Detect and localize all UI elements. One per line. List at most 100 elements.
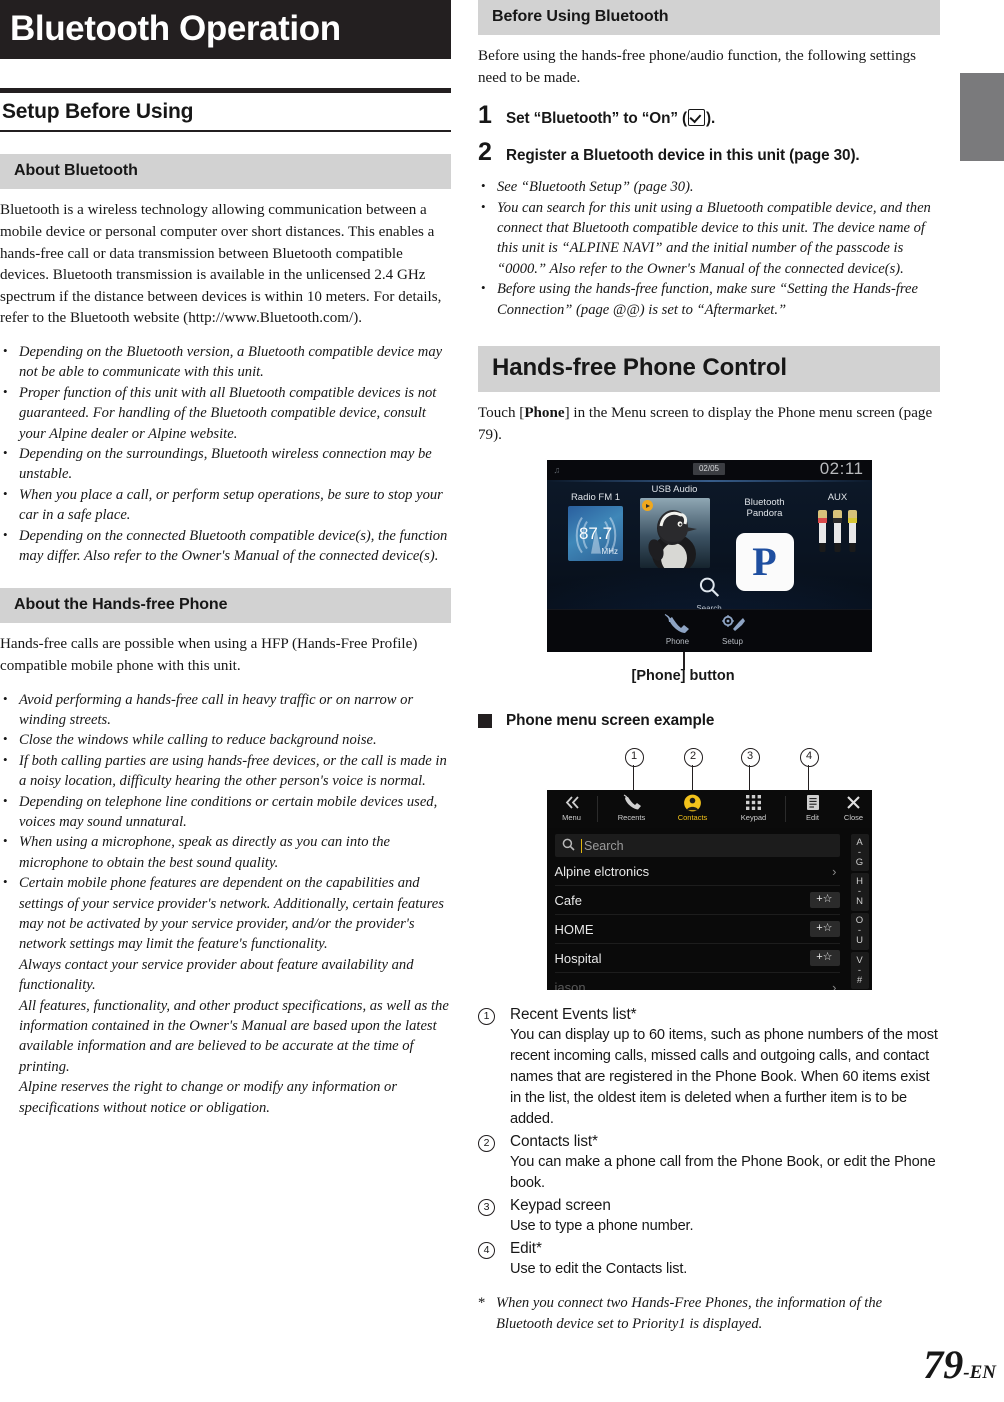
add-favorite-button[interactable]: +☆ — [810, 921, 840, 938]
explanation-number: 2 — [478, 1131, 510, 1194]
callout-line-4 — [807, 765, 810, 791]
note-paragraph: Certain mobile phone features are depend… — [19, 875, 444, 953]
step-number: 1 — [478, 101, 492, 130]
explanation-number: 1 — [478, 1004, 510, 1130]
explanation-title: Contacts list* — [510, 1133, 598, 1151]
list-item: Close the windows while calling to reduc… — [0, 729, 451, 750]
page-number-value: 79 — [923, 1342, 964, 1387]
about-handsfree-notes: Avoid performing a hands-free call in he… — [0, 689, 451, 1119]
list-item: If both calling parties are using hands-… — [0, 750, 451, 792]
toolbar-menu-label: Menu — [562, 813, 581, 823]
callout-line-3 — [748, 765, 751, 791]
about-bluetooth-notes: Depending on the Bluetooth version, a Bl… — [0, 341, 451, 566]
search-input[interactable]: Search — [554, 834, 840, 858]
chevron-right-icon: › — [832, 863, 837, 879]
toolbar-menu-button[interactable]: Menu — [549, 794, 595, 822]
double-chevron-left-icon — [549, 794, 595, 813]
list-item[interactable]: jason › — [554, 973, 840, 991]
setup-button[interactable]: Setup — [710, 614, 756, 646]
usb-album-art-tile[interactable] — [639, 498, 710, 569]
pandora-letter: P — [752, 539, 777, 585]
list-item[interactable]: HOME +☆ — [554, 915, 840, 945]
page-number-suffix: -EN — [963, 1362, 996, 1383]
source-aux[interactable]: AUX — [812, 492, 864, 558]
alphabet-index-bar: A - G H - N O - U V - # — [847, 828, 872, 991]
list-item[interactable]: Alpine elctronics › — [554, 857, 840, 887]
radio-unit: MHz — [601, 547, 618, 557]
subsection-hands-free-phone-control: Hands-free Phone Control — [478, 346, 940, 393]
pandora-logo-tile[interactable]: P — [735, 533, 794, 592]
source-usb-audio[interactable]: USB Audio — [638, 484, 712, 569]
explanation-2: 2 Contacts list* You can make a phone ca… — [478, 1131, 940, 1194]
contact-name: jason — [554, 979, 586, 991]
list-item: Avoid performing a hands-free call in he… — [0, 689, 451, 731]
figure-phone-menu: 1 2 3 4 Menu Recents Contacts Keypad Edi… — [478, 748, 940, 991]
step-text-post: ). — [706, 110, 716, 128]
toolbar-close-button[interactable]: Close — [837, 794, 871, 822]
index-end: # — [856, 974, 863, 986]
rca-connectors-icon — [814, 506, 862, 558]
list-item[interactable]: Cafe +☆ — [554, 886, 840, 916]
source-bluetooth-pandora[interactable]: Bluetooth Pandora P — [723, 486, 807, 602]
explanation-title: Keypad screen — [510, 1197, 611, 1215]
explanation-number: 3 — [478, 1195, 510, 1237]
index-cell-v-hash[interactable]: V - # — [850, 951, 869, 990]
toolbar-separator — [784, 796, 786, 823]
handsfree-control-paragraph: Touch [Phone] in the Menu screen to disp… — [478, 403, 940, 446]
head-unit-bottom-bar: Phone Setup — [546, 609, 872, 653]
add-favorite-button[interactable]: +☆ — [810, 950, 840, 967]
search-icon — [699, 577, 719, 597]
explanation-title: Edit* — [510, 1240, 542, 1258]
list-item: Before using the hands-free function, ma… — [478, 278, 940, 320]
toolbar-close-label: Close — [843, 813, 864, 823]
index-cell-a-g[interactable]: A - G — [850, 834, 869, 872]
toolbar-keypad-label: Keypad — [740, 813, 767, 823]
about-handsfree-paragraph: Hands-free calls are possible when using… — [0, 636, 418, 674]
callout-numbers-row: 1 2 3 4 — [547, 748, 872, 791]
square-bullet-icon — [478, 714, 492, 729]
step-text: Set “Bluetooth” to “On” (). — [506, 109, 715, 129]
source-radio-fm1[interactable]: Radio FM 1 87.7 MHz — [561, 492, 631, 562]
footnote-text: When you connect two Hands-Free Phones, … — [496, 1295, 883, 1332]
figure-callout-phone-button: [Phone] button — [547, 652, 872, 686]
toolbar-edit-button[interactable]: Edit — [790, 794, 836, 822]
source-label: AUX — [827, 492, 848, 504]
phone-menu-toolbar: Menu Recents Contacts Keypad Edit Close — [546, 790, 872, 830]
subsection-about-hands-free-phone: About the Hands-free Phone — [0, 588, 451, 624]
list-item: When using a microphone, speak as direct… — [0, 831, 451, 873]
add-favorite-button[interactable]: +☆ — [810, 892, 840, 909]
list-item[interactable]: Hospital +☆ — [554, 944, 840, 974]
circled-number: 1 — [478, 1008, 495, 1026]
track-counter: 02/05 — [692, 463, 726, 476]
left-column: Bluetooth Operation Setup Before Using A… — [0, 0, 451, 1118]
source-label: Radio FM 1 — [570, 492, 621, 504]
explanation-description: You can display up to 60 items, such as … — [510, 1027, 938, 1128]
note-paragraph: Alpine reserves the right to change or m… — [19, 1079, 398, 1116]
contact-person-icon — [664, 794, 722, 813]
toolbar-recents-label: Recents — [617, 813, 646, 823]
index-cell-h-n[interactable]: H - N — [850, 873, 869, 911]
paragraph-pre: Touch [ — [478, 405, 525, 422]
explanation-4: 4 Edit* Use to edit the Contacts list. — [478, 1238, 940, 1280]
list-item: See “Bluetooth Setup” (page 30). — [478, 176, 940, 197]
toolbar-recents-button[interactable]: Recents — [605, 794, 659, 822]
search-button[interactable]: Search — [696, 576, 722, 613]
phone-menu-screen: Menu Recents Contacts Keypad Edit Close … — [546, 790, 872, 991]
checkbox-checked-icon — [688, 109, 706, 127]
radio-tile[interactable]: 87.7 MHz — [568, 506, 623, 562]
list-item: Depending on the Bluetooth version, a Bl… — [0, 341, 451, 383]
toolbar-keypad-button[interactable]: Keypad — [727, 794, 781, 822]
about-bluetooth-paragraph: Bluetooth is a wireless technology allow… — [0, 202, 442, 327]
section-rule-bottom — [0, 130, 451, 133]
clock-display: 02:11 — [819, 460, 864, 479]
toolbar-contacts-button[interactable]: Contacts — [664, 794, 722, 822]
explanation-title: Recent Events list* — [510, 1006, 637, 1024]
index-cell-o-u[interactable]: O - U — [850, 912, 869, 950]
list-item-multiparagraph: Certain mobile phone features are depend… — [0, 872, 451, 1118]
chevron-right-icon: › — [832, 979, 837, 991]
phone-button[interactable]: Phone — [655, 614, 701, 646]
gear-wrench-icon — [721, 615, 745, 632]
list-item: Proper function of this unit with all Bl… — [0, 382, 451, 444]
bluetooth-status-icon: ♫ — [553, 465, 561, 476]
section-heading-setup-before-using: Setup Before Using — [0, 88, 451, 133]
